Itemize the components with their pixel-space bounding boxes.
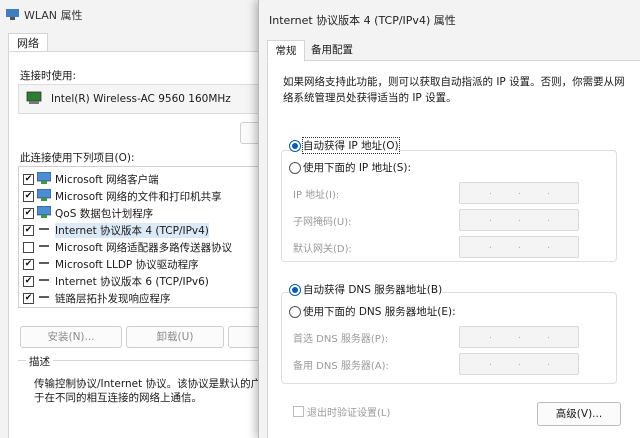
network-adapter-icon [26, 91, 42, 104]
preferred-dns-field[interactable]: ... [459, 326, 579, 348]
intro-text-line-1: 如果网络支持此功能，则可以获取自动指派的 IP 设置。否则，你需要从网 [283, 76, 625, 88]
auto-dns-radio[interactable] [289, 284, 301, 296]
network-adapter-icon [6, 9, 19, 20]
list-item[interactable]: ✔ Internet 协议版本 4 (TCP/IPv4) [23, 222, 263, 239]
checkbox[interactable] [23, 242, 34, 253]
checkbox[interactable]: ✔ [23, 208, 34, 219]
checkbox[interactable]: ✔ [23, 191, 34, 202]
list-item[interactable]: ✔ Microsoft 网络客户端 [23, 171, 263, 188]
ip-address-field[interactable]: ... [459, 182, 579, 204]
ip-dot: . [518, 331, 521, 341]
alternate-dns-label: 备用 DNS 服务器(A): [293, 361, 389, 372]
ip-dot: . [518, 358, 521, 368]
list-item-label: Microsoft 网络适配器多路传送器协议 [55, 242, 233, 254]
ipv4-properties-dialog: Internet 协议版本 4 (TCP/IPv4) 属性 常规 备用配置 如果… [258, 0, 640, 438]
intro-text-line-2: 络系统管理员处获得适当的 IP 设置。 [283, 92, 457, 104]
ip-dot: . [518, 214, 521, 224]
components-list[interactable]: ✔ Microsoft 网络客户端 ✔ Microsoft 网络的文件和打印机共… [18, 166, 268, 308]
default-gateway-field[interactable]: ... [459, 236, 579, 258]
protocol-icon [39, 245, 49, 247]
ip-address-label: IP 地址(I): [293, 190, 340, 201]
list-item-label: Microsoft 网络的文件和打印机共享 [55, 191, 222, 203]
default-gateway-label: 默认网关(D): [293, 244, 352, 255]
ip-dot: . [547, 331, 550, 341]
auto-ip-radio[interactable] [289, 140, 301, 152]
network-client-icon [37, 172, 51, 184]
wlan-window-title: WLAN 属性 [24, 9, 83, 22]
manual-ip-label[interactable]: 使用下面的 IP 地址(S): [303, 160, 411, 175]
auto-dns-label[interactable]: 自动获得 DNS 服务器地址(B) [303, 282, 443, 297]
list-item-label: Internet 协议版本 4 (TCP/IPv4) [55, 223, 209, 238]
ip-dot: . [547, 241, 550, 251]
ip-dot: . [489, 331, 492, 341]
wlan-titlebar[interactable]: WLAN 属性 [0, 0, 268, 28]
ip-dot: . [489, 214, 492, 224]
list-item[interactable]: ✔ Microsoft 网络的文件和打印机共享 [23, 188, 263, 205]
ip-dot: . [489, 358, 492, 368]
checkbox[interactable]: ✔ [23, 174, 34, 185]
protocol-icon [39, 228, 49, 230]
qos-icon [37, 206, 51, 218]
subnet-mask-label: 子网掩码(U): [293, 217, 352, 228]
list-item[interactable]: ✔ Microsoft LLDP 协议驱动程序 [23, 256, 263, 273]
ip-dot: . [518, 187, 521, 197]
tab-general[interactable]: 常规 [267, 40, 305, 62]
list-item-label: Internet 协议版本 6 (TCP/IPv6) [55, 276, 209, 288]
ipv4-dialog-title: Internet 协议版本 4 (TCP/IPv4) 属性 [269, 14, 456, 27]
manual-ip-radio[interactable] [289, 162, 301, 174]
ip-dot: . [547, 187, 550, 197]
protocol-icon [39, 296, 49, 298]
tab-network[interactable]: 网络 [8, 33, 48, 53]
adapter-box: Intel(R) Wireless-AC 9560 160MHz [18, 84, 268, 114]
list-item-label: Microsoft LLDP 协议驱动程序 [55, 259, 199, 271]
manual-dns-label[interactable]: 使用下面的 DNS 服务器地址(E): [303, 304, 456, 319]
description-line-2: 于在不同的相互连接的网络上通信。 [34, 392, 202, 404]
ip-dot: . [547, 214, 550, 224]
checkbox[interactable]: ✔ [23, 293, 34, 304]
adapter-name: Intel(R) Wireless-AC 9560 160MHz [51, 93, 231, 105]
list-item[interactable]: Microsoft 网络适配器多路传送器协议 [23, 239, 263, 256]
tab-alternate-configuration[interactable]: 备用配置 [307, 40, 357, 60]
wlan-properties-window: WLAN 属性 网络 连接时使用: Intel(R) Wireless-AC 9… [0, 0, 269, 438]
install-button[interactable]: 安装(N)... [20, 326, 122, 348]
manual-dns-radio[interactable] [289, 306, 301, 318]
uninstall-button[interactable]: 卸载(U) [126, 326, 224, 348]
description-line-1: 传输控制协议/Internet 协议。该协议是默认的广域网 [34, 378, 269, 390]
auto-ip-label[interactable]: 自动获得 IP 地址(O) [302, 137, 400, 154]
description-title: 描述 [26, 354, 53, 369]
advanced-button[interactable]: 高级(V)... [537, 402, 621, 426]
preferred-dns-label: 首选 DNS 服务器(P): [293, 334, 389, 345]
list-item-label: 链路层拓扑发现响应程序 [55, 293, 171, 305]
list-item[interactable]: ✔ QoS 数据包计划程序 [23, 205, 263, 222]
alternate-dns-field[interactable]: ... [459, 353, 579, 375]
ip-dot: . [518, 241, 521, 251]
list-item[interactable]: ✔ 链路层拓扑发现响应程序 [23, 290, 263, 307]
subnet-mask-field[interactable]: ... [459, 209, 579, 231]
ip-dot: . [489, 187, 492, 197]
connect-using-label: 连接时使用: [20, 70, 77, 82]
list-item-label: Microsoft 网络客户端 [55, 174, 159, 186]
items-label: 此连接使用下列项目(O): [20, 152, 135, 164]
ip-dot: . [547, 358, 550, 368]
list-item[interactable]: ✔ Internet 协议版本 6 (TCP/IPv6) [23, 273, 263, 290]
checkbox[interactable]: ✔ [23, 225, 34, 236]
checkbox[interactable]: ✔ [23, 259, 34, 270]
validate-on-exit-checkbox[interactable] [293, 406, 304, 417]
file-share-icon [37, 189, 51, 201]
checkbox[interactable]: ✔ [23, 276, 34, 287]
validate-on-exit-label[interactable]: 退出时验证设置(L) [307, 404, 390, 419]
protocol-icon [39, 262, 49, 264]
list-item-label: QoS 数据包计划程序 [55, 208, 154, 220]
protocol-icon [39, 279, 49, 281]
ip-dot: . [489, 241, 492, 251]
